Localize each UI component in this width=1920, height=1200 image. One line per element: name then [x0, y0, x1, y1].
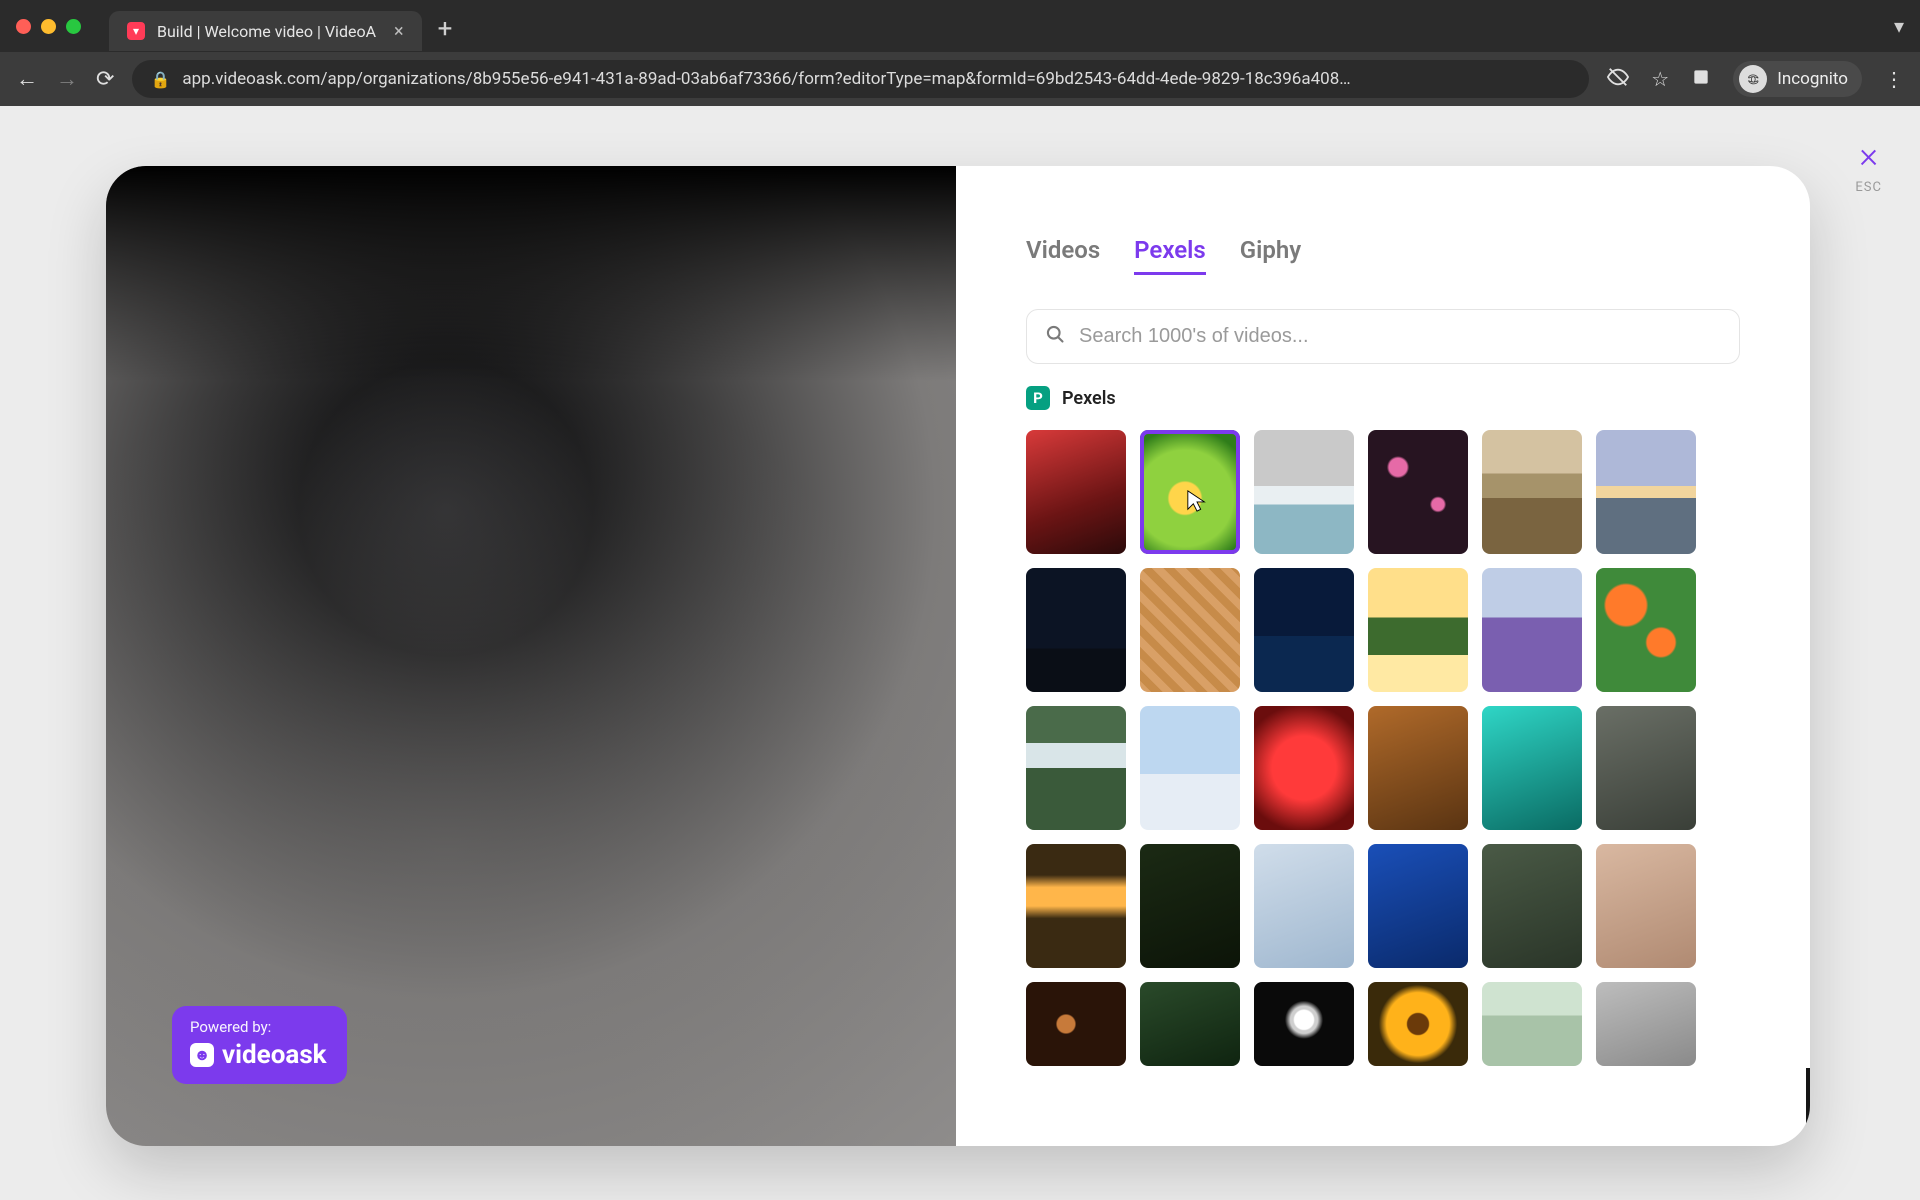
video-thumbnail[interactable]	[1026, 706, 1126, 830]
search-field[interactable]	[1026, 309, 1740, 364]
url-text: app.videoask.com/app/organizations/8b955…	[182, 69, 1350, 89]
video-thumbnail[interactable]	[1254, 706, 1354, 830]
video-thumbnail[interactable]	[1368, 430, 1468, 554]
video-thumbnail[interactable]	[1026, 568, 1126, 692]
window-dropdown-icon[interactable]: ▾	[1894, 14, 1904, 38]
video-thumbnail[interactable]	[1026, 982, 1126, 1066]
video-preview: Powered by: ☻ videoask	[106, 166, 956, 1146]
macos-minimize-button[interactable]	[41, 19, 56, 34]
pexels-logo-icon: P	[1026, 386, 1050, 410]
video-thumbnail-selected[interactable]	[1140, 430, 1240, 554]
tab-title: Build | Welcome video | VideoA	[157, 22, 376, 41]
close-modal-icon[interactable]: ×	[1859, 134, 1878, 176]
eye-off-icon[interactable]	[1607, 66, 1629, 93]
video-thumbnail[interactable]	[1482, 982, 1582, 1066]
video-thumbnail[interactable]	[1254, 568, 1354, 692]
nav-forward-icon[interactable]: →	[56, 66, 78, 92]
video-thumbnail[interactable]	[1482, 430, 1582, 554]
attribution-label: Pexels	[1062, 388, 1116, 409]
search-input[interactable]	[1079, 325, 1721, 348]
video-thumbnail[interactable]	[1482, 844, 1582, 968]
video-thumbnail[interactable]	[1482, 706, 1582, 830]
address-bar[interactable]: 🔒 app.videoask.com/app/organizations/8b9…	[132, 60, 1589, 98]
video-thumbnail[interactable]	[1596, 982, 1696, 1066]
video-thumbnail[interactable]	[1026, 430, 1126, 554]
video-thumbnail[interactable]	[1482, 568, 1582, 692]
incognito-badge[interactable]: 𖠂 Incognito	[1733, 61, 1862, 97]
macos-zoom-button[interactable]	[66, 19, 81, 34]
kebab-menu-icon[interactable]: ⋮	[1884, 67, 1904, 91]
powered-by-badge[interactable]: Powered by: ☻ videoask	[172, 1006, 347, 1084]
back-button[interactable]: ← Back	[1806, 1068, 1810, 1146]
video-thumbnail[interactable]	[1368, 568, 1468, 692]
tab-pexels[interactable]: Pexels	[1134, 236, 1206, 275]
tab-favicon: ▾	[127, 22, 145, 40]
incognito-label: Incognito	[1777, 69, 1848, 89]
video-thumbnail[interactable]	[1254, 982, 1354, 1066]
video-thumbnail[interactable]	[1596, 706, 1696, 830]
nav-reload-icon[interactable]: ⟳	[96, 67, 114, 92]
tab-giphy[interactable]: Giphy	[1240, 236, 1301, 275]
browser-tab[interactable]: ▾ Build | Welcome video | VideoA ×	[109, 11, 422, 51]
video-thumbnail[interactable]	[1140, 706, 1240, 830]
video-thumbnail[interactable]	[1026, 844, 1126, 968]
thumbnail-grid	[1026, 430, 1740, 968]
extensions-icon[interactable]	[1691, 67, 1711, 92]
bookmark-star-icon[interactable]: ☆	[1651, 67, 1669, 91]
tab-close-icon[interactable]: ×	[394, 21, 404, 42]
video-thumbnail[interactable]	[1368, 844, 1468, 968]
library-modal: Powered by: ☻ videoask Videos Pexels Gip…	[106, 166, 1810, 1146]
video-thumbnail[interactable]	[1140, 568, 1240, 692]
video-thumbnail[interactable]	[1254, 844, 1354, 968]
arrow-left-icon: ←	[1806, 1092, 1810, 1123]
video-thumbnail[interactable]	[1368, 706, 1468, 830]
powered-by-label: Powered by:	[190, 1018, 327, 1036]
video-thumbnail[interactable]	[1140, 982, 1240, 1066]
tab-videos[interactable]: Videos	[1026, 236, 1100, 275]
video-thumbnail[interactable]	[1596, 568, 1696, 692]
videoask-brand-name: videoask	[222, 1040, 327, 1070]
incognito-icon: 𖠂	[1739, 65, 1767, 93]
lock-icon: 🔒	[150, 70, 170, 89]
video-thumbnail[interactable]	[1254, 430, 1354, 554]
search-icon	[1045, 324, 1065, 349]
new-tab-button[interactable]: +	[438, 14, 453, 44]
macos-close-button[interactable]	[16, 19, 31, 34]
videoask-logo-icon: ☻	[190, 1043, 214, 1067]
nav-back-icon[interactable]: ←	[16, 66, 38, 92]
video-thumbnail[interactable]	[1368, 982, 1468, 1066]
esc-label: ESC	[1855, 180, 1882, 195]
video-thumbnail[interactable]	[1596, 844, 1696, 968]
video-thumbnail[interactable]	[1596, 430, 1696, 554]
video-thumbnail[interactable]	[1140, 844, 1240, 968]
